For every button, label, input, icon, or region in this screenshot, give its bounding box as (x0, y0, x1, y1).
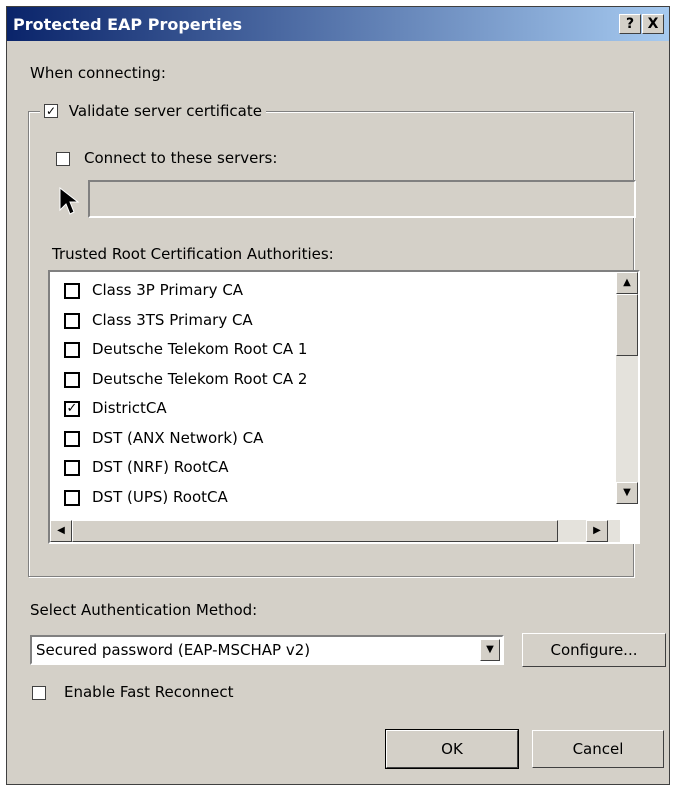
help-button[interactable]: ? (619, 14, 641, 34)
ca-checkbox[interactable] (64, 430, 80, 447)
mouse-pointer-icon (58, 186, 80, 221)
ca-checkbox[interactable] (64, 460, 80, 476)
ok-button[interactable]: OK (385, 729, 519, 769)
dropdown-arrow-icon[interactable]: ▼ (480, 639, 500, 661)
select-method-label: Select Authentication Method: (30, 601, 258, 619)
h-scroll-thumb[interactable] (72, 520, 558, 542)
title-bar[interactable]: Protected EAP Properties ? X (7, 7, 669, 41)
ca-checkbox[interactable] (64, 283, 80, 299)
validate-cert-header: ✓ Validate server certificate (40, 102, 266, 124)
check-icon: ✓ (45, 103, 57, 118)
validate-cert-label[interactable]: Validate server certificate (69, 102, 262, 120)
ca-label: Deutsche Telekom Root CA 2 (92, 369, 308, 388)
window-title: Protected EAP Properties (13, 15, 243, 34)
ca-label: Deutsche Telekom Root CA 1 (92, 340, 308, 358)
fast-reconnect-label[interactable]: Enable Fast Reconnect (64, 683, 234, 701)
configure-button[interactable]: Configure... (522, 633, 666, 667)
ca-label: DST (ANX Network) CA (92, 428, 264, 447)
list-horizontal-scrollbar[interactable]: ◀ ▶ (50, 520, 620, 542)
scroll-thumb[interactable] (616, 294, 638, 356)
ca-label: DST (NRF) RootCA (92, 458, 229, 476)
list-vertical-scrollbar[interactable]: ▲ ▼ (616, 272, 638, 504)
cancel-button[interactable]: Cancel (532, 730, 664, 768)
ca-label: Class 3TS Primary CA (92, 310, 253, 329)
ca-checkbox[interactable] (64, 342, 80, 358)
ca-checkbox[interactable] (64, 312, 80, 329)
ca-checkbox[interactable] (64, 371, 80, 388)
scroll-down-icon[interactable]: ▼ (616, 482, 638, 504)
connect-servers-checkbox[interactable] (56, 152, 70, 166)
when-connecting-label: When connecting: (30, 64, 166, 82)
trusted-root-label: Trusted Root Certification Authorities: (52, 245, 334, 263)
auth-method-select[interactable]: Secured password (EAP-MSCHAP v2) ▼ (30, 635, 504, 665)
close-button[interactable]: X (642, 14, 664, 34)
connect-servers-label[interactable]: Connect to these servers: (84, 149, 277, 167)
ca-label: DistrictCA (92, 399, 167, 417)
validate-cert-checkbox[interactable]: ✓ (44, 103, 58, 118)
trusted-ca-list[interactable]: Class 3P Primary CA Class 3TS Primary CA D… (48, 270, 640, 544)
ca-checkbox[interactable] (64, 489, 80, 506)
scroll-up-icon[interactable]: ▲ (616, 272, 638, 294)
scroll-right-icon[interactable]: ▶ (586, 520, 608, 542)
check-icon: ✓ (66, 401, 78, 416)
ca-checkbox[interactable]: ✓ (64, 401, 80, 417)
auth-method-value: Secured password (EAP-MSCHAP v2) (36, 641, 311, 659)
servers-input[interactable] (88, 180, 636, 218)
fast-reconnect-checkbox[interactable] (32, 686, 46, 700)
ca-label: Class 3P Primary CA (92, 281, 244, 299)
ca-label: DST (UPS) RootCA (92, 487, 228, 506)
scroll-left-icon[interactable]: ◀ (50, 520, 72, 542)
